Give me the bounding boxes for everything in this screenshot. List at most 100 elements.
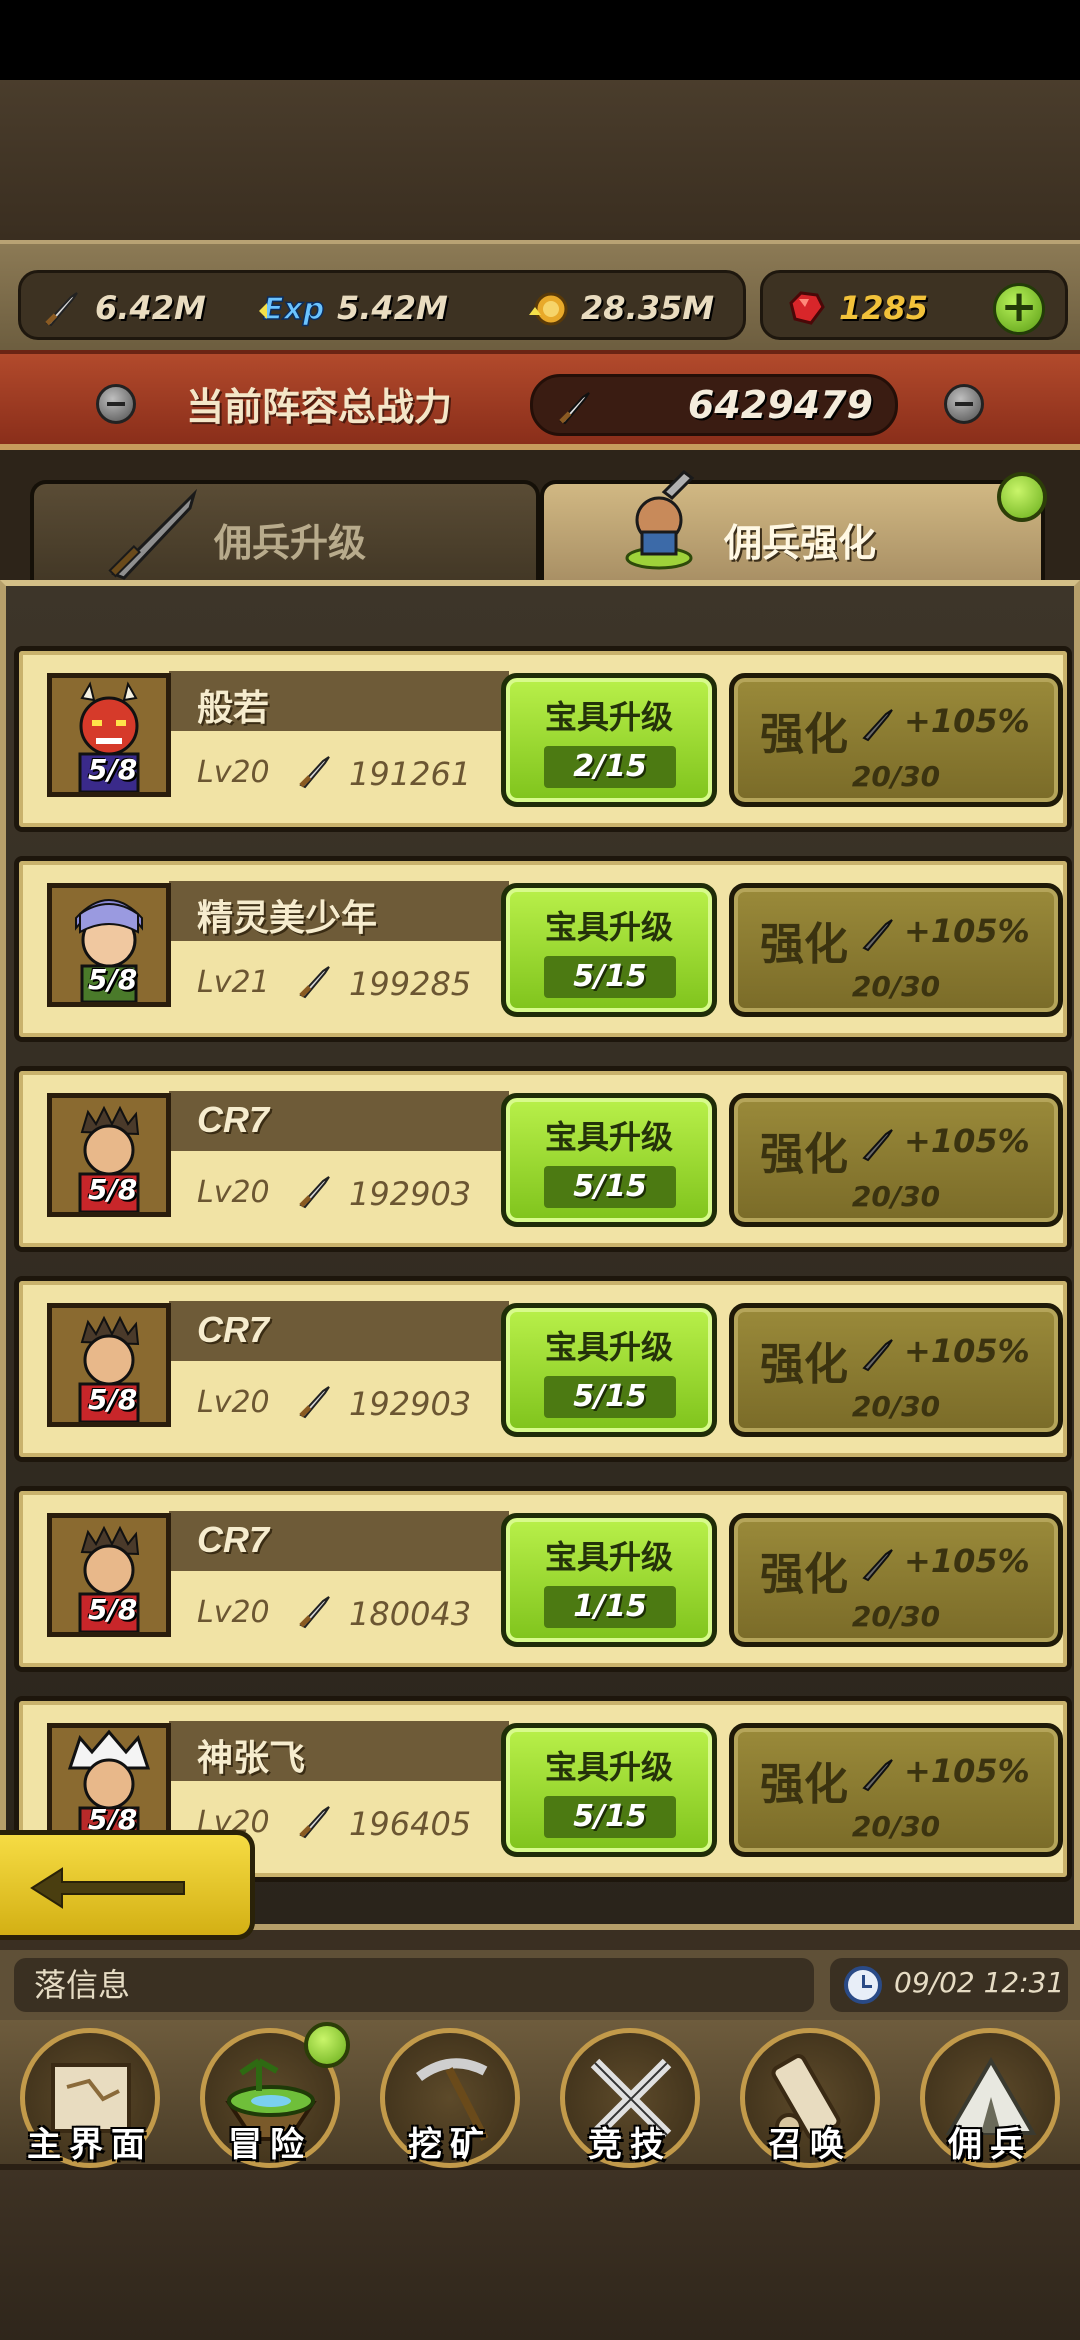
nav-main[interactable]: 主界面 — [0, 2020, 180, 2170]
enhance-bonus: +105% — [904, 1542, 1030, 1580]
hero-portrait[interactable]: 5/8 — [47, 673, 171, 797]
hero-name: 精灵美少年 — [197, 898, 378, 939]
treasure-upgrade-button[interactable]: 宝具升级 5/15 — [501, 1093, 717, 1227]
enhance-progress: 20/30 — [851, 1810, 941, 1843]
hero-level: Lv20 — [197, 1175, 270, 1210]
hero-portrait[interactable]: 5/8 — [47, 1303, 171, 1427]
status-bar — [0, 0, 1080, 80]
list-item[interactable]: 5/8 CR7 Lv20 192903 宝具升级 5/15 强化 +105% 2… — [14, 1276, 1072, 1462]
tab-bar: 佣兵升级 佣兵强化 — [0, 450, 1080, 580]
hero-portrait[interactable]: 5/8 — [47, 883, 171, 1007]
hero-level: Lv20 — [197, 1595, 270, 1630]
gold-coin-icon — [529, 292, 568, 326]
hero-count: 5/8 — [88, 753, 138, 786]
tab-label: 佣兵强化 — [724, 521, 877, 565]
enhance-bonus: +105% — [904, 912, 1030, 950]
enhance-bonus: +105% — [904, 1332, 1030, 1370]
hero-level: Lv20 — [197, 1385, 270, 1420]
exp-icon: Exp — [259, 291, 325, 328]
sword-icon — [299, 966, 330, 999]
nav-mercenary[interactable]: 佣兵 — [900, 2020, 1080, 2170]
hero-power: 196405 — [349, 1805, 472, 1843]
enhance-label: 强化 — [760, 1759, 848, 1810]
bolt-icon — [96, 384, 136, 424]
resource-pill-gems: 1285 + — [760, 270, 1068, 340]
hero-list[interactable]: 5/8 般若 Lv20 191261 宝具升级 2/15 强化 +105% 20… — [0, 580, 1080, 1930]
list-item[interactable]: 5/8 般若 Lv20 191261 宝具升级 2/15 强化 +105% 20… — [14, 646, 1072, 832]
enhance-label: 强化 — [760, 1129, 848, 1180]
sword-icon — [559, 392, 590, 425]
hero-portrait[interactable]: 5/8 — [47, 1093, 171, 1217]
arrow-left-icon — [30, 1867, 185, 1909]
resource-bar: 6.42M Exp 5.42M 28.35M 1285 + — [0, 240, 1080, 360]
list-item[interactable]: 5/8 CR7 Lv20 180043 宝具升级 1/15 强化 +105% 2… — [14, 1486, 1072, 1672]
nav-mining[interactable]: 挖矿 — [360, 2020, 540, 2170]
tribe-info-message[interactable]: 落信息 — [14, 1958, 814, 2012]
gold-value: 28.35M — [581, 289, 715, 327]
resource-pill-main: 6.42M Exp 5.42M 28.35M — [18, 270, 746, 340]
resource-attack: 6.42M — [39, 273, 206, 343]
treasure-upgrade-button[interactable]: 宝具升级 1/15 — [501, 1513, 717, 1647]
sword-icon — [862, 1549, 893, 1582]
sword-icon — [862, 1339, 893, 1372]
treasure-upgrade-button[interactable]: 宝具升级 5/15 — [501, 1303, 717, 1437]
gems-value: 1285 — [839, 289, 929, 327]
hero-power: 180043 — [349, 1595, 472, 1633]
enhance-progress: 20/30 — [851, 1390, 941, 1423]
add-gems-button[interactable]: + — [993, 283, 1045, 335]
hero-count: 5/8 — [88, 1383, 138, 1416]
clock-icon — [844, 1966, 882, 2004]
sword-icon — [299, 1806, 330, 1839]
tab-mercenary-upgrade[interactable]: 佣兵升级 — [30, 480, 540, 580]
hero-portrait[interactable]: 5/8 — [47, 1723, 171, 1847]
resource-gold: 28.35M — [525, 273, 714, 343]
treasure-upgrade-button[interactable]: 宝具升级 5/15 — [501, 883, 717, 1017]
hero-count: 5/8 — [88, 963, 138, 996]
total-power-label: 当前阵容总战力 — [186, 385, 453, 429]
list-item[interactable]: 5/8 CR7 Lv20 192903 宝具升级 5/15 强化 +105% 2… — [14, 1066, 1072, 1252]
enhance-label: 强化 — [760, 919, 848, 970]
enhance-button[interactable]: 强化 +105% 20/30 — [729, 1303, 1063, 1437]
notification-dot — [304, 2022, 350, 2068]
bolt-icon — [944, 384, 984, 424]
enhance-bonus: +105% — [904, 702, 1030, 740]
datetime-text: 09/02 12:31 — [894, 1966, 1065, 1999]
treasure-progress: 5/15 — [544, 1166, 676, 1208]
treasure-upgrade-button[interactable]: 宝具升级 2/15 — [501, 673, 717, 807]
nav-summon[interactable]: 召唤 — [720, 2020, 900, 2170]
nav-adventure[interactable]: 冒险 — [180, 2020, 360, 2170]
treasure-upgrade-label: 宝具升级 — [544, 698, 673, 736]
resource-exp: Exp 5.42M — [257, 273, 448, 343]
enhance-label: 强化 — [760, 709, 848, 760]
treasure-progress: 5/15 — [544, 956, 676, 998]
hero-name: CR7 — [197, 1519, 270, 1560]
sword-icon — [862, 1129, 893, 1162]
plus-icon: + — [1000, 281, 1038, 332]
list-item[interactable]: 5/8 精灵美少年 Lv21 199285 宝具升级 5/15 强化 +105%… — [14, 856, 1072, 1042]
enhance-button[interactable]: 强化 +105% 20/30 — [729, 1093, 1063, 1227]
hero-portrait[interactable]: 5/8 — [47, 1513, 171, 1637]
treasure-upgrade-label: 宝具升级 — [544, 1538, 673, 1576]
blacksmith-icon — [625, 470, 695, 570]
treasure-upgrade-button[interactable]: 宝具升级 5/15 — [501, 1723, 717, 1857]
enhance-button[interactable]: 强化 +105% 20/30 — [729, 673, 1063, 807]
enhance-progress: 20/30 — [851, 970, 941, 1003]
hero-count: 5/8 — [88, 1173, 138, 1206]
enhance-progress: 20/30 — [851, 760, 941, 793]
enhance-label: 强化 — [760, 1339, 848, 1390]
enhance-bonus: +105% — [904, 1122, 1030, 1160]
sword-icon — [862, 709, 893, 742]
treasure-upgrade-label: 宝具升级 — [544, 1118, 673, 1156]
nav-arena[interactable]: 竞技 — [540, 2020, 720, 2170]
tab-mercenary-enhance[interactable]: 佣兵强化 — [540, 470, 1047, 580]
enhance-button[interactable]: 强化 +105% 20/30 — [729, 1513, 1063, 1647]
back-button[interactable] — [0, 1830, 255, 1940]
enhance-button[interactable]: 强化 +105% 20/30 — [729, 883, 1063, 1017]
hero-power: 191261 — [349, 755, 472, 793]
sword-icon — [299, 1176, 330, 1209]
nav-label: 挖矿 — [408, 2125, 492, 2165]
sword-icon — [45, 292, 78, 327]
treasure-progress: 5/15 — [544, 1376, 676, 1418]
hero-name: 般若 — [197, 688, 270, 729]
enhance-button[interactable]: 强化 +105% 20/30 — [729, 1723, 1063, 1857]
